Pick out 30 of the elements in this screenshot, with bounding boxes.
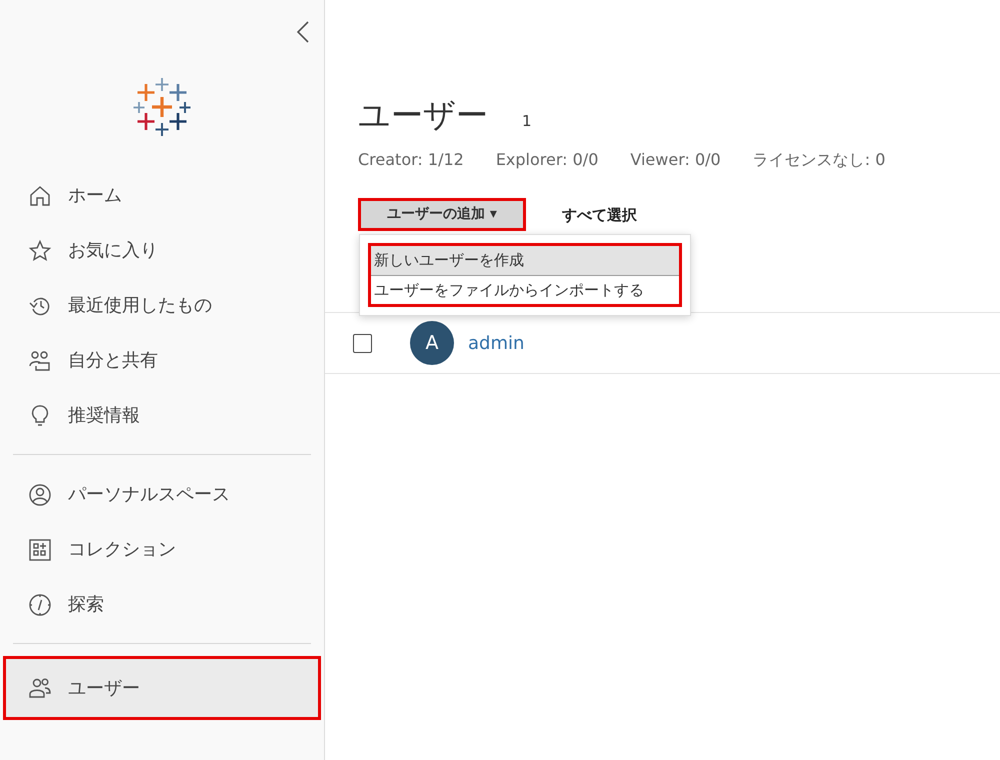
collapse-icon[interactable] bbox=[296, 20, 310, 44]
add-user-button[interactable]: ユーザーの追加 ▾ bbox=[358, 198, 526, 232]
sidebar-item[interactable]: パーソナルスペース bbox=[13, 467, 311, 522]
home-icon bbox=[28, 184, 52, 208]
sidebar-item[interactable]: 最近使用したもの bbox=[13, 278, 311, 333]
people-icon bbox=[28, 348, 52, 372]
logo-icon bbox=[133, 78, 191, 136]
sidebar-item[interactable]: 自分と共有 bbox=[13, 333, 311, 388]
compass-icon bbox=[28, 592, 52, 616]
sidebar-item[interactable]: コレクション bbox=[13, 522, 311, 577]
person-circle-icon bbox=[28, 482, 52, 506]
sidebar-item[interactable]: ホーム bbox=[13, 168, 311, 223]
users-icon bbox=[28, 676, 52, 700]
user-name-link[interactable]: admin bbox=[468, 330, 524, 357]
license-count: Creator: 1/12 bbox=[358, 149, 464, 172]
star-icon bbox=[28, 238, 52, 262]
sidebar-item[interactable]: ユーザー bbox=[3, 656, 321, 720]
sidebar-item[interactable]: 探索 bbox=[13, 577, 311, 632]
collection-icon bbox=[28, 538, 52, 562]
user-count: 1 bbox=[522, 111, 532, 132]
checkbox[interactable] bbox=[353, 334, 372, 353]
sidebar-item[interactable]: 推奨情報 bbox=[13, 388, 311, 443]
menu-item[interactable]: 新しいユーザーを作成 bbox=[371, 246, 679, 276]
license-count: Viewer: 0/0 bbox=[630, 149, 721, 172]
avatar: A bbox=[410, 321, 454, 366]
sidebar-item[interactable]: お気に入り bbox=[13, 223, 311, 278]
select-all-button[interactable]: すべて選択 bbox=[562, 204, 637, 226]
license-count: ライセンスなし: 0 bbox=[752, 149, 886, 172]
page-title: ユーザー bbox=[358, 96, 488, 134]
license-count: Explorer: 0/0 bbox=[496, 149, 598, 172]
